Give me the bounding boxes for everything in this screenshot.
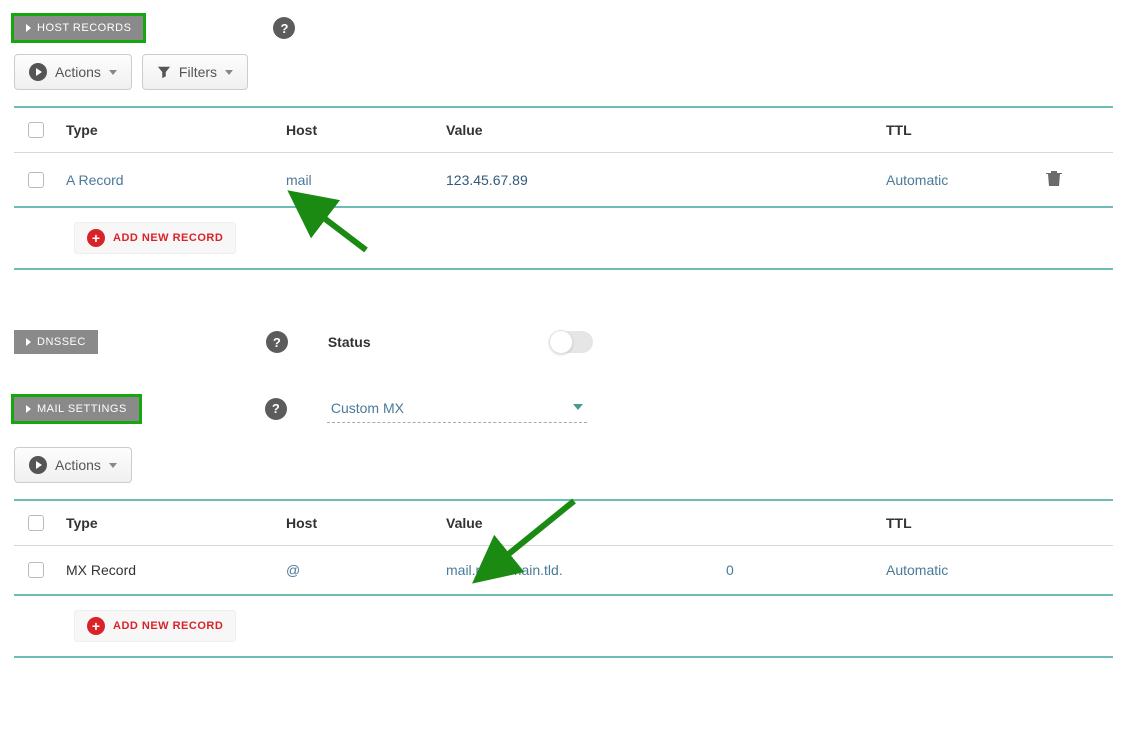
chevron-down-icon [109, 463, 117, 468]
chevron-down-icon [573, 404, 583, 410]
row-type: MX Record [60, 562, 280, 578]
row-checkbox[interactable] [28, 172, 44, 188]
dnssec-toggle[interactable] [551, 331, 593, 353]
row-checkbox[interactable] [28, 562, 44, 578]
row-host[interactable]: mail [280, 172, 440, 188]
actions-label: Actions [55, 64, 101, 80]
select-all-checkbox[interactable] [28, 515, 44, 531]
col-host: Host [280, 122, 440, 138]
actions-label: Actions [55, 457, 101, 473]
add-new-record-label: ADD NEW RECORD [113, 232, 223, 244]
row-ttl[interactable]: Automatic [880, 562, 1040, 578]
filters-button[interactable]: Filters [142, 54, 248, 90]
host-records-label: HOST RECORDS [37, 22, 131, 34]
mail-table-row[interactable]: MX Record @ mail.mydomain.tld. 0 Automat… [14, 546, 1113, 596]
caret-right-icon [26, 405, 31, 413]
plus-circle-icon: + [87, 229, 105, 247]
help-icon[interactable]: ? [266, 331, 288, 353]
mail-type-value: Custom MX [331, 400, 404, 416]
row-ttl[interactable]: Automatic [880, 172, 1040, 188]
row-priority[interactable]: 0 [720, 562, 880, 578]
play-circle-icon [29, 456, 47, 474]
select-all-checkbox[interactable] [28, 122, 44, 138]
row-value[interactable]: mail.mydomain.tld. [440, 562, 720, 578]
help-icon[interactable]: ? [273, 17, 295, 39]
col-host: Host [280, 515, 440, 531]
mail-type-select[interactable]: Custom MX [327, 394, 587, 423]
host-table-row[interactable]: A Record mail 123.45.67.89 Automatic [14, 153, 1113, 208]
actions-button[interactable]: Actions [14, 54, 132, 90]
col-ttl: TTL [880, 515, 1040, 531]
col-value: Value [440, 122, 880, 138]
chevron-down-icon [225, 70, 233, 75]
row-value[interactable]: 123.45.67.89 [440, 172, 880, 188]
help-icon[interactable]: ? [265, 398, 287, 420]
add-new-record-button[interactable]: + ADD NEW RECORD [74, 610, 236, 642]
trash-icon[interactable] [1046, 174, 1062, 190]
chevron-down-icon [109, 70, 117, 75]
mail-settings-section-header[interactable]: MAIL SETTINGS [14, 397, 139, 421]
play-circle-icon [29, 63, 47, 81]
caret-right-icon [26, 24, 31, 32]
filters-label: Filters [179, 64, 217, 80]
dnssec-section-header[interactable]: DNSSEC [14, 330, 98, 354]
row-host[interactable]: @ [280, 562, 440, 578]
actions-button[interactable]: Actions [14, 447, 132, 483]
dnssec-status-label: Status [328, 334, 371, 350]
col-value: Value [440, 515, 720, 531]
col-type: Type [60, 515, 280, 531]
host-table-header: Type Host Value TTL [14, 108, 1113, 153]
plus-circle-icon: + [87, 617, 105, 635]
row-type: A Record [60, 172, 280, 188]
col-ttl: TTL [880, 122, 1040, 138]
dnssec-label: DNSSEC [37, 336, 86, 348]
col-type: Type [60, 122, 280, 138]
mail-table-header: Type Host Value TTL [14, 501, 1113, 546]
add-new-record-label: ADD NEW RECORD [113, 620, 223, 632]
funnel-icon [157, 65, 171, 79]
host-records-section-header[interactable]: HOST RECORDS [14, 16, 143, 40]
add-new-record-button[interactable]: + ADD NEW RECORD [74, 222, 236, 254]
mail-settings-label: MAIL SETTINGS [37, 403, 127, 415]
caret-right-icon [26, 338, 31, 346]
